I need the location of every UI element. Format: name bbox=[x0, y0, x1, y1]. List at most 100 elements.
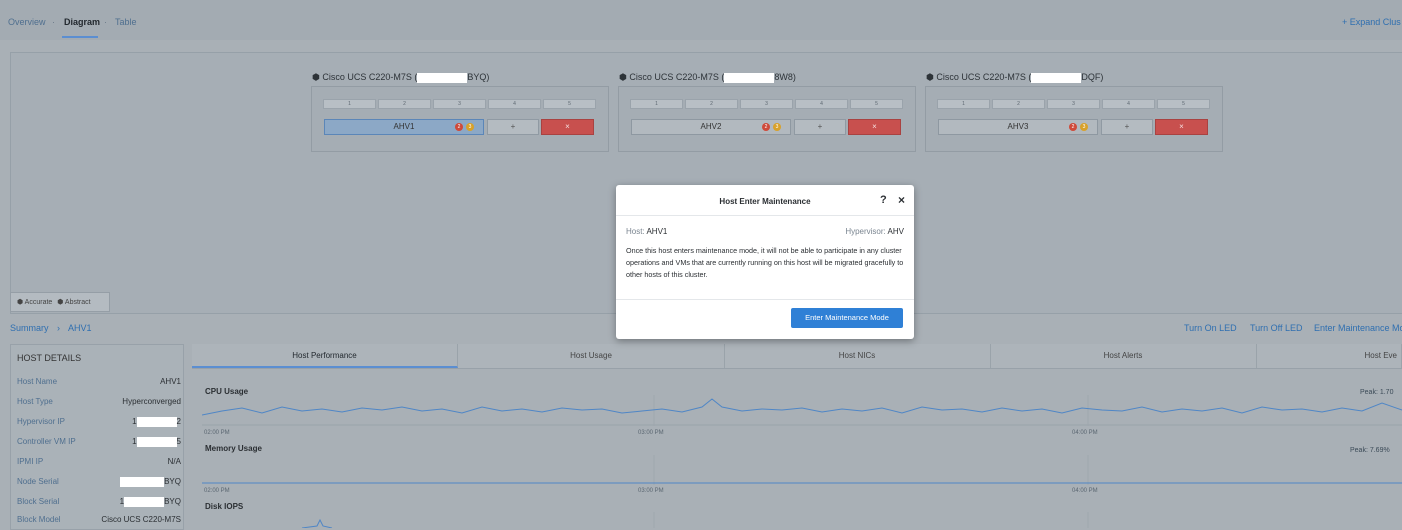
slot: 1 bbox=[630, 99, 683, 109]
critical-alert-badge: 2 bbox=[762, 123, 770, 131]
slot: 2 bbox=[685, 99, 738, 109]
detail-row: Node Serial BYQ bbox=[17, 477, 181, 487]
dialog-divider bbox=[616, 299, 914, 300]
cpu-usage-sparkline bbox=[202, 395, 1402, 426]
detail-row: Block Model Cisco UCS C220-M7S bbox=[17, 515, 181, 524]
block-title: ⬢ Cisco UCS C220-M7S (8W8) bbox=[619, 72, 796, 83]
redacted-value bbox=[124, 497, 165, 507]
tab-host-performance[interactable]: Host Performance bbox=[192, 344, 458, 368]
enter-maintenance-mode-button[interactable]: Enter Maintenance Mode bbox=[791, 308, 903, 328]
cube-icon: ⬢ bbox=[17, 299, 25, 306]
memory-peak-label: Peak: 7.69% bbox=[1350, 447, 1390, 454]
host-ahv2[interactable]: AHV2 2 3 bbox=[631, 119, 791, 135]
tab-host-alerts[interactable]: Host Alerts bbox=[990, 344, 1257, 368]
time-tick: 03:00 PM bbox=[638, 430, 664, 436]
detail-row: IPMI IP N/A bbox=[17, 457, 181, 466]
host-ahv3[interactable]: AHV3 2 3 bbox=[938, 119, 1098, 135]
dialog-hypervisor-info: Hypervisor: AHV bbox=[845, 227, 904, 236]
time-tick: 04:00 PM bbox=[1072, 430, 1098, 436]
block-card: 1 2 3 4 5 AHV1 2 3 + × bbox=[311, 86, 609, 152]
critical-alert-badge: 2 bbox=[455, 123, 463, 131]
breadcrumb-current: AHV1 bbox=[68, 323, 92, 333]
cube-icon: ⬢ bbox=[312, 72, 323, 82]
nav-separator: · bbox=[52, 17, 55, 27]
dialog-message: Once this host enters maintenance mode, … bbox=[626, 246, 904, 279]
block-card: 1 2 3 4 5 AHV2 2 3 + × bbox=[618, 86, 916, 152]
block-title: ⬢ Cisco UCS C220-M7S (DQF) bbox=[926, 72, 1104, 83]
disk-iops-label: Disk IOPS bbox=[205, 502, 244, 511]
slot: 3 bbox=[740, 99, 793, 109]
redacted-serial bbox=[1031, 72, 1082, 83]
cube-icon: ⬢ bbox=[926, 72, 937, 82]
host-enter-maintenance-dialog: Host Enter Maintenance ? × Host: AHV1 Hy… bbox=[616, 185, 914, 339]
slot: 2 bbox=[992, 99, 1045, 109]
slot: 5 bbox=[543, 99, 596, 109]
detail-row: Hypervisor IP 12 bbox=[17, 417, 181, 427]
breadcrumb-summary[interactable]: Summary bbox=[10, 323, 49, 333]
slot: 1 bbox=[937, 99, 990, 109]
block-title: ⬢ Cisco UCS C220-M7S (BYQ) bbox=[312, 72, 490, 83]
dialog-title: Host Enter Maintenance bbox=[719, 197, 811, 206]
tab-host-nics[interactable]: Host NICs bbox=[724, 344, 991, 368]
warning-alert-badge: 3 bbox=[466, 123, 474, 131]
slot: 5 bbox=[1157, 99, 1210, 109]
slot: 4 bbox=[1102, 99, 1155, 109]
cube-icon: ⬢ bbox=[57, 299, 65, 306]
add-node-button[interactable]: + bbox=[487, 119, 539, 135]
redacted-serial bbox=[417, 72, 468, 83]
turn-on-led-link[interactable]: Turn On LED bbox=[1184, 323, 1237, 333]
remove-node-button[interactable]: × bbox=[1155, 119, 1208, 135]
dialog-divider bbox=[616, 215, 914, 216]
time-tick: 03:00 PM bbox=[638, 488, 664, 494]
slot: 3 bbox=[1047, 99, 1100, 109]
host-details-title: HOST DETAILS bbox=[17, 353, 82, 363]
nav-separator: · bbox=[104, 17, 107, 27]
turn-off-led-link[interactable]: Turn Off LED bbox=[1250, 323, 1303, 333]
slot: 4 bbox=[795, 99, 848, 109]
host-details-panel: HOST DETAILS Host Name AHV1 Host Type Hy… bbox=[10, 344, 184, 530]
dialog-host-info: Host: AHV1 bbox=[626, 227, 668, 236]
redacted-value bbox=[136, 437, 177, 447]
add-node-button[interactable]: + bbox=[1101, 119, 1153, 135]
host-tabs: Host Performance Host Usage Host NICs Ho… bbox=[192, 344, 1402, 369]
cube-icon: ⬢ bbox=[619, 72, 630, 82]
remove-node-button[interactable]: × bbox=[848, 119, 901, 135]
enter-maintenance-link[interactable]: Enter Maintenance Mo bbox=[1314, 323, 1402, 333]
redacted-serial bbox=[724, 72, 775, 83]
abstract-view-button[interactable]: ⬢ Abstract bbox=[57, 299, 90, 306]
tab-table[interactable]: Table bbox=[115, 17, 137, 27]
tab-diagram[interactable]: Diagram bbox=[64, 17, 100, 27]
breadcrumb: Summary › AHV1 bbox=[10, 323, 92, 333]
tab-host-events[interactable]: Host Eve bbox=[1256, 344, 1402, 368]
warning-alert-badge: 3 bbox=[1080, 123, 1088, 131]
memory-usage-label: Memory Usage bbox=[205, 444, 262, 453]
disk-iops-sparkline bbox=[301, 512, 1089, 528]
slot: 3 bbox=[433, 99, 486, 109]
slot: 5 bbox=[850, 99, 903, 109]
slot: 1 bbox=[323, 99, 376, 109]
redacted-value bbox=[120, 477, 165, 487]
close-icon[interactable]: × bbox=[898, 193, 905, 207]
slot: 4 bbox=[488, 99, 541, 109]
remove-node-button[interactable]: × bbox=[541, 119, 594, 135]
accurate-view-button[interactable]: ⬢ Accurate bbox=[17, 299, 52, 306]
detail-row: Host Name AHV1 bbox=[17, 377, 181, 386]
detail-row: Host Type Hyperconverged bbox=[17, 397, 181, 406]
host-ahv1[interactable]: AHV1 2 3 bbox=[324, 119, 484, 135]
add-node-button[interactable]: + bbox=[794, 119, 846, 135]
detail-row: Controller VM IP 15 bbox=[17, 437, 181, 447]
cpu-usage-line bbox=[202, 398, 1402, 416]
redacted-value bbox=[136, 417, 177, 427]
view-toggle: ⬢ Accurate ⬢ Abstract bbox=[10, 292, 110, 312]
active-tab-underline bbox=[62, 36, 98, 38]
block-card: 1 2 3 4 5 AHV3 2 3 + × bbox=[925, 86, 1223, 152]
detail-row: Block Serial 1 BYQ bbox=[17, 497, 181, 507]
tab-overview[interactable]: Overview bbox=[8, 17, 46, 27]
chevron-right-icon: › bbox=[57, 323, 61, 333]
warning-alert-badge: 3 bbox=[773, 123, 781, 131]
time-tick: 04:00 PM bbox=[1072, 488, 1098, 494]
tab-host-usage[interactable]: Host Usage bbox=[458, 344, 725, 368]
help-icon[interactable]: ? bbox=[880, 194, 887, 206]
expand-cluster-button[interactable]: + Expand Clus bbox=[1342, 17, 1401, 27]
critical-alert-badge: 2 bbox=[1069, 123, 1077, 131]
